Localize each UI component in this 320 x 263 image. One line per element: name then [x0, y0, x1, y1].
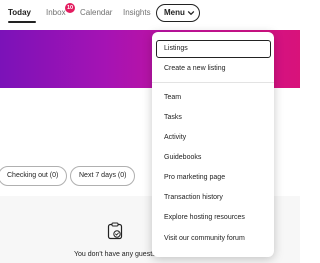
- menu-item-pro-marketing[interactable]: Pro marketing page: [152, 169, 274, 187]
- top-nav: Today Inbox 10 Calendar Insights Menu: [0, 0, 300, 28]
- checking-out-filter[interactable]: Checking out (0): [0, 166, 68, 186]
- active-tab-indicator: [8, 21, 36, 23]
- menu-button[interactable]: Menu: [156, 4, 200, 22]
- menu-item-create-listing[interactable]: Create a new listing: [152, 60, 274, 78]
- menu-divider: [152, 82, 274, 83]
- menu-item-activity[interactable]: Activity: [152, 129, 274, 147]
- nav-tab-today[interactable]: Today: [8, 8, 31, 17]
- menu-item-listings[interactable]: Listings: [156, 40, 271, 58]
- nav-tab-inbox[interactable]: Inbox: [46, 8, 66, 17]
- menu-item-explore-resources[interactable]: Explore hosting resources: [152, 209, 274, 227]
- empty-state-text: You don't have any guests: [74, 251, 156, 258]
- nav-tab-calendar[interactable]: Calendar: [80, 8, 112, 17]
- menu-button-label: Menu: [164, 8, 185, 17]
- menu-dropdown: Listings Create a new listing Team Tasks…: [152, 32, 274, 257]
- next-7-days-filter[interactable]: Next 7 days (0): [70, 166, 136, 186]
- chevron-down-icon: [187, 11, 195, 15]
- menu-item-team[interactable]: Team: [152, 89, 274, 107]
- menu-item-tasks[interactable]: Tasks: [152, 109, 274, 127]
- inbox-unread-badge: 10: [65, 3, 75, 13]
- nav-tab-insights[interactable]: Insights: [123, 8, 151, 17]
- menu-item-community-forum[interactable]: Visit our community forum: [152, 230, 274, 248]
- menu-item-transaction-history[interactable]: Transaction history: [152, 189, 274, 207]
- menu-item-guidebooks[interactable]: Guidebooks: [152, 149, 274, 167]
- clipboard-check-icon: [107, 222, 123, 240]
